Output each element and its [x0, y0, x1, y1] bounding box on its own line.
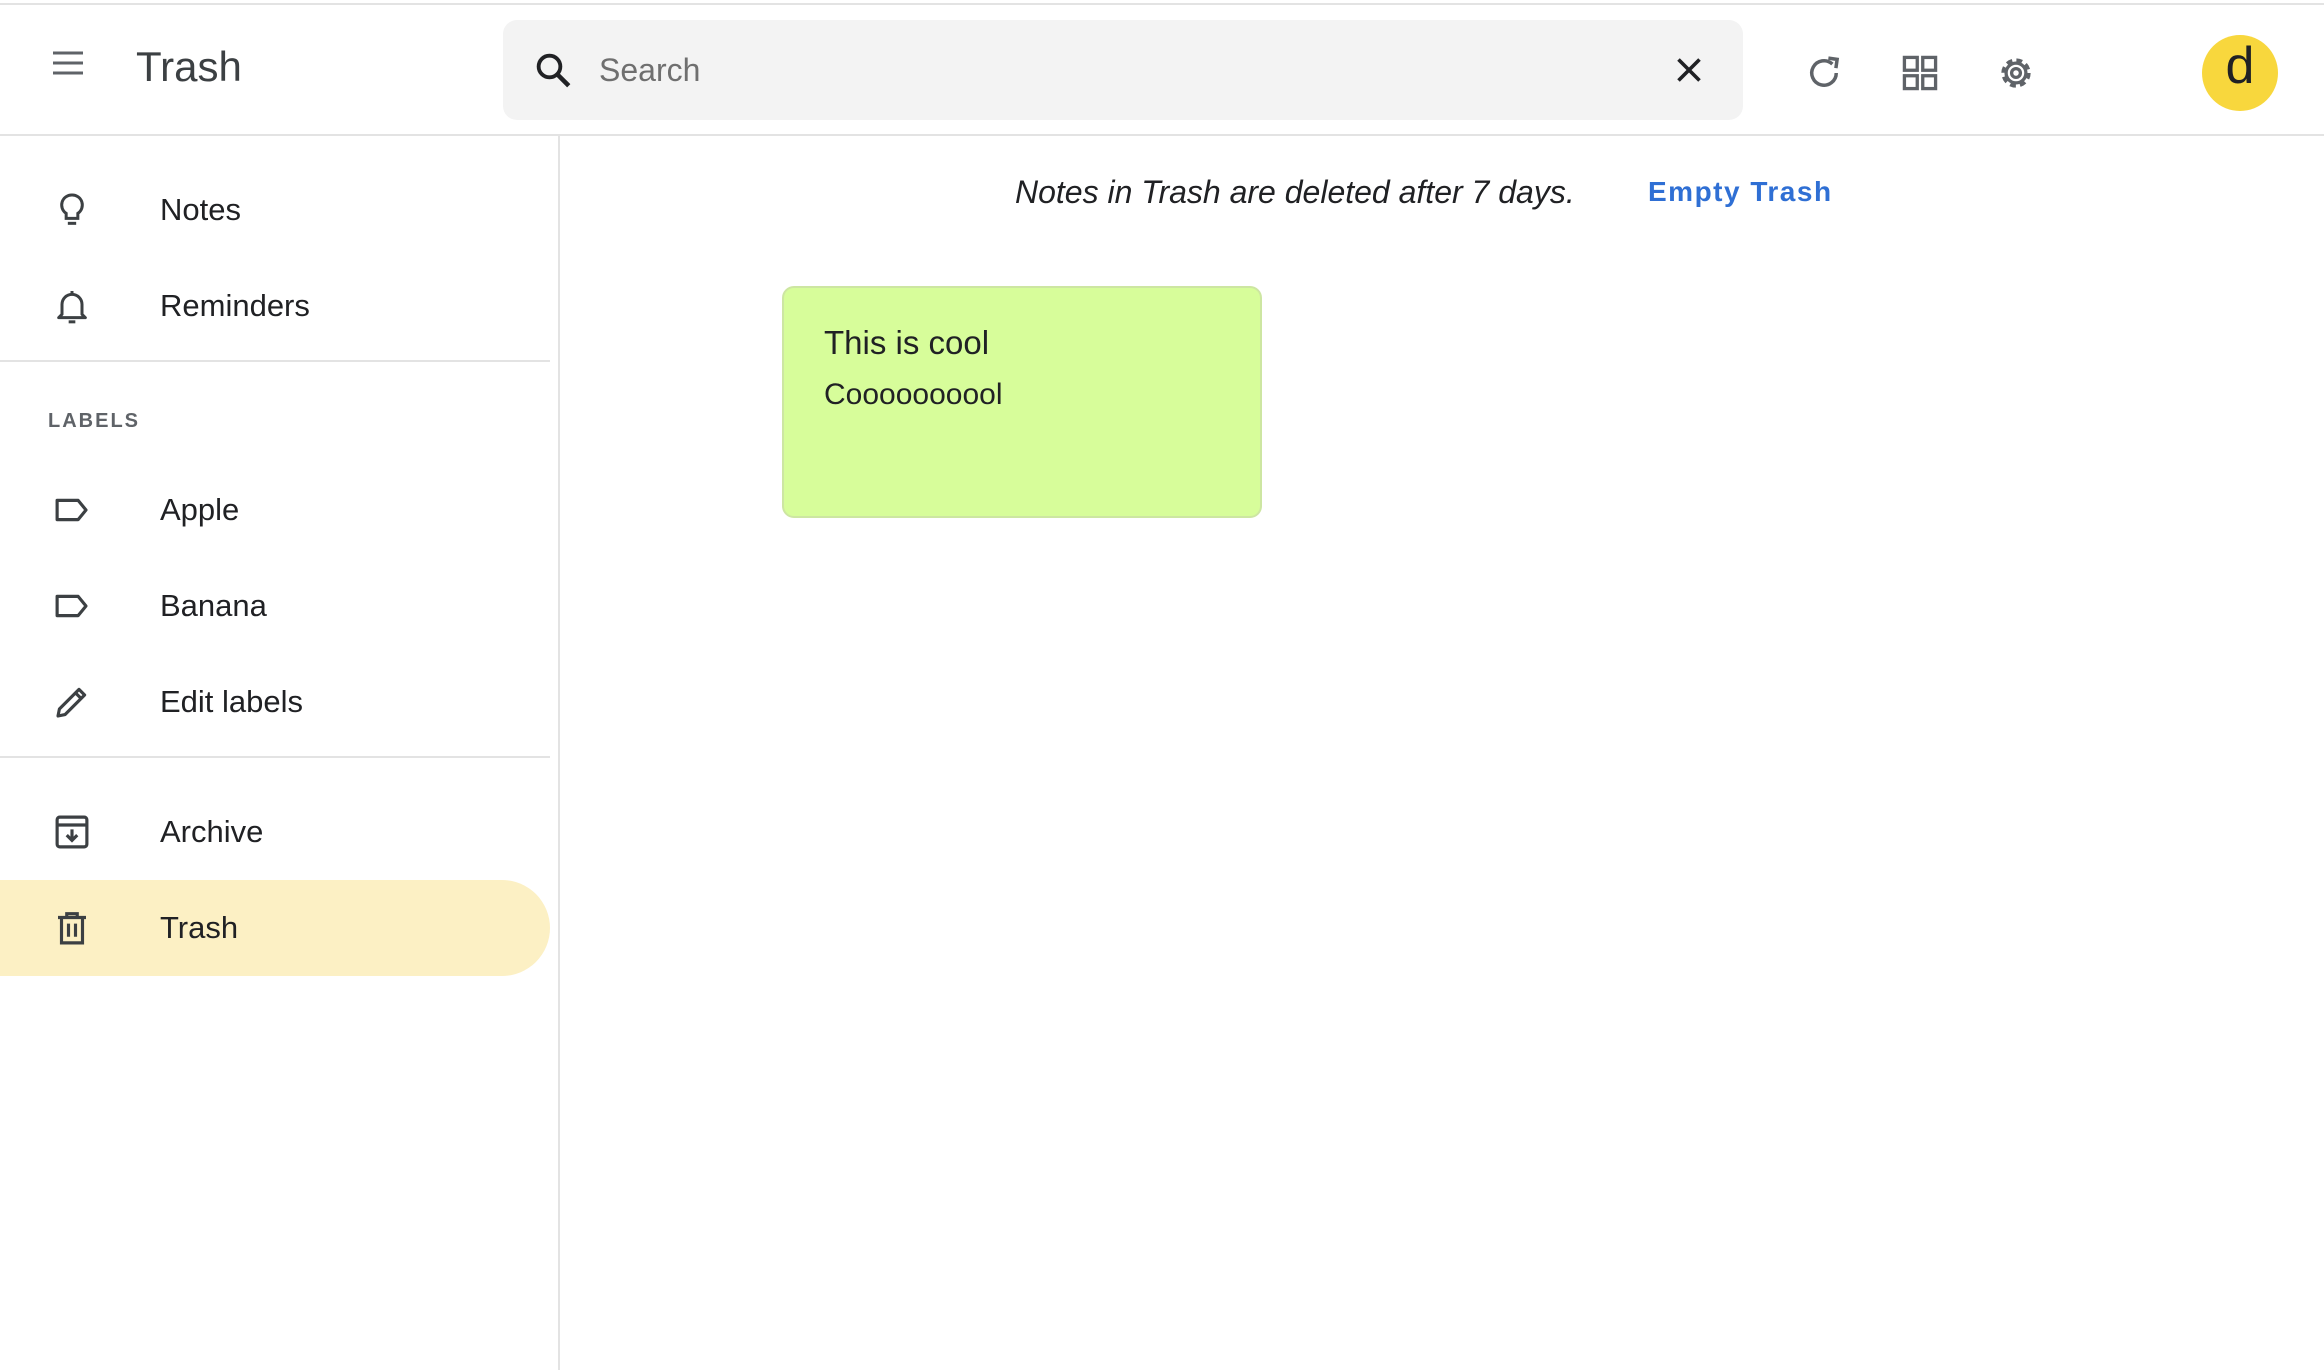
label-icon [46, 580, 98, 632]
pencil-icon [46, 676, 98, 728]
label-icon [46, 484, 98, 536]
labels-heading: LABELS [48, 410, 140, 432]
trash-notice: Notes in Trash are deleted after 7 days. [1015, 174, 1575, 210]
sidebar-item-label: Archive [160, 814, 264, 849]
trash-icon [46, 902, 98, 954]
sidebar-divider [0, 360, 550, 362]
sidebar-item-banana[interactable]: Banana [0, 558, 550, 654]
note-card[interactable]: This is cool Coooooooool [782, 286, 1262, 518]
close-icon [1677, 58, 1701, 82]
settings-button[interactable] [1988, 45, 2044, 101]
refresh-button[interactable] [1796, 45, 1852, 101]
sidebar-item-apple[interactable]: Apple [0, 462, 550, 558]
sidebar: Notes Reminders LABELS Apple Banana Edit… [0, 136, 560, 1370]
sidebar-item-label: Apple [160, 492, 240, 527]
empty-trash-button[interactable]: Empty Trash [1648, 170, 1833, 214]
list-view-toggle-button[interactable] [1892, 45, 1948, 101]
search-bar[interactable] [503, 20, 1743, 120]
gear-icon [2001, 58, 2031, 88]
main-menu-button[interactable] [40, 35, 96, 91]
sidebar-item-label: Banana [160, 588, 267, 623]
archive-icon [46, 806, 98, 858]
bell-icon [46, 280, 98, 332]
refresh-icon [1810, 56, 1840, 87]
menu-icon [53, 51, 83, 75]
account-avatar[interactable]: d [2202, 35, 2278, 111]
note-title: This is cool [824, 324, 990, 361]
sidebar-item-reminders[interactable]: Reminders [0, 258, 550, 354]
sidebar-item-label: Reminders [160, 288, 310, 323]
note-body: Coooooooool [824, 378, 1003, 411]
page-title: Trash [136, 43, 242, 90]
keep-app: Trash d [0, 0, 2324, 1370]
grid-view-icon [1902, 55, 1938, 91]
sidebar-item-label: Trash [160, 910, 239, 945]
lightbulb-icon [46, 184, 98, 236]
sidebar-item-label: Edit labels [160, 684, 304, 719]
sidebar-item-edit-labels[interactable]: Edit labels [0, 654, 550, 750]
sidebar-item-trash[interactable]: Trash [0, 880, 550, 976]
sidebar-item-notes[interactable]: Notes [0, 162, 550, 258]
search-input[interactable] [599, 42, 1599, 98]
sidebar-divider [0, 756, 550, 758]
header: Trash d [0, 5, 2324, 136]
clear-search-button[interactable] [1663, 44, 1715, 96]
sidebar-item-label: Notes [160, 192, 241, 227]
search-icon[interactable] [527, 44, 579, 96]
sidebar-item-archive[interactable]: Archive [0, 784, 550, 880]
